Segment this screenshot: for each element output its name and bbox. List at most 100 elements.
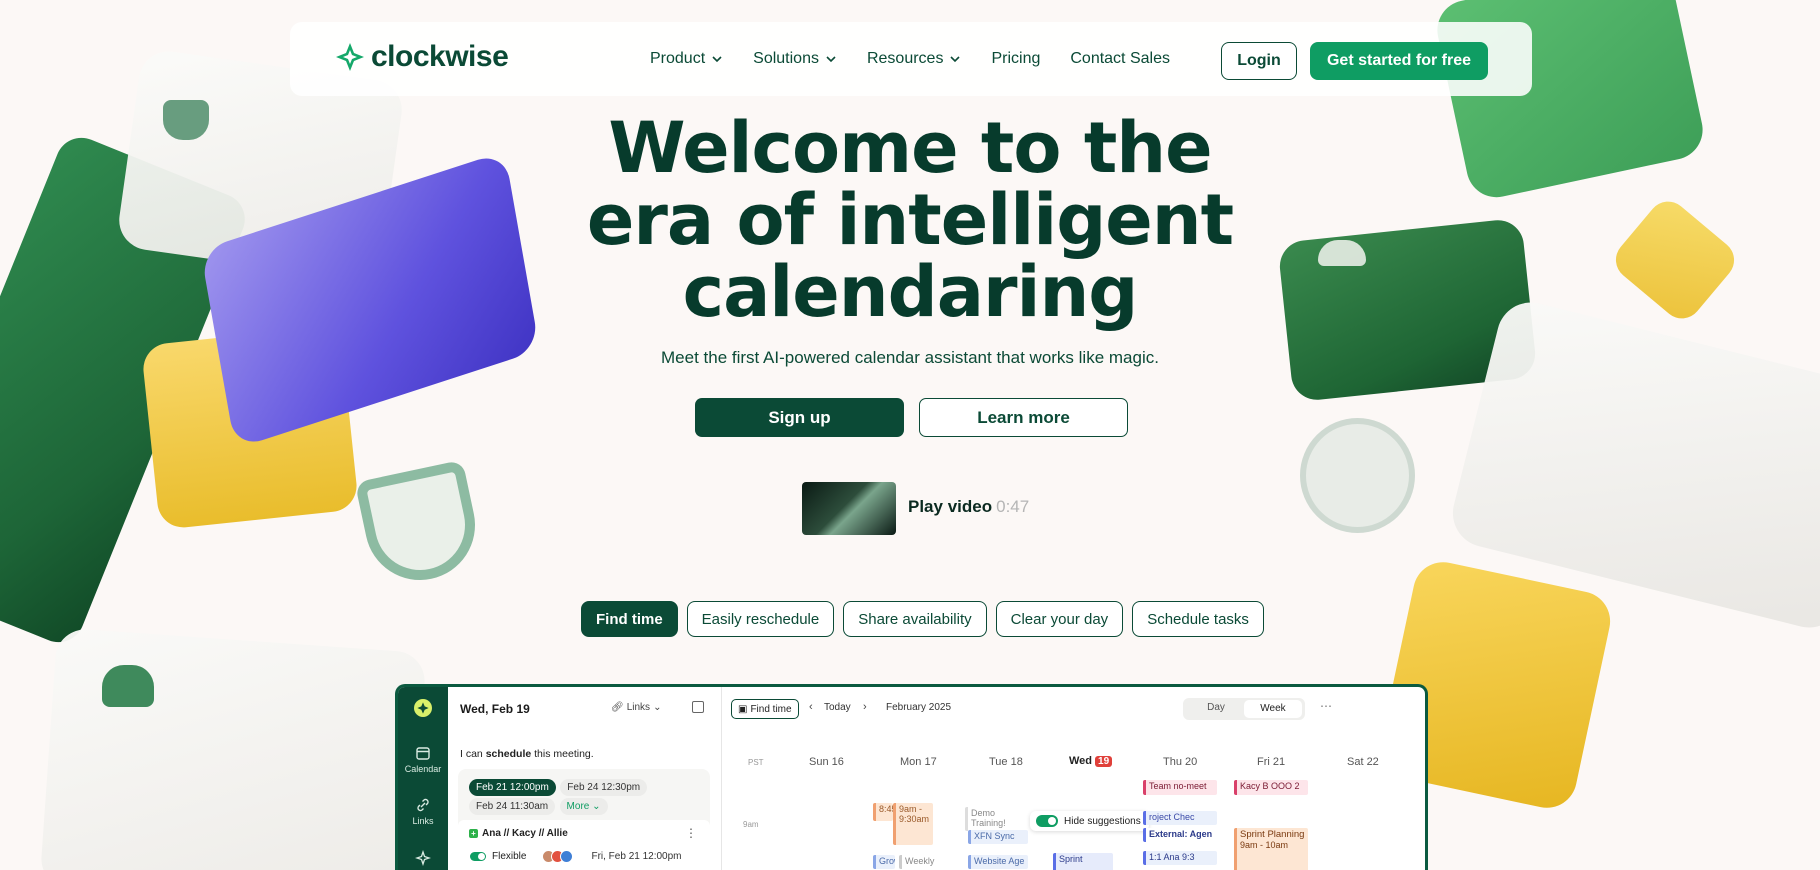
flexible-toggle[interactable]: [470, 852, 486, 861]
nav-item-contact-sales[interactable]: Contact Sales: [1070, 50, 1170, 68]
links-dropdown[interactable]: 🔗︎ Links ⌄: [611, 702, 661, 713]
event-block[interactable]: Demo Training!: [965, 807, 1025, 831]
day-label: Wed: [1069, 755, 1093, 767]
event-block[interactable]: External: Agen: [1143, 828, 1217, 842]
learn-more-button[interactable]: Learn more: [919, 398, 1128, 437]
event-block[interactable]: 1:1 Ana 9:3: [1143, 851, 1217, 865]
decor-shield-icon-small: [163, 100, 209, 140]
event-block[interactable]: XFN Sync: [968, 830, 1028, 844]
hide-suggestions-label: Hide suggestions: [1064, 815, 1141, 827]
nav-menu: Product Solutions Resources Pricing Cont…: [650, 22, 1170, 96]
day-header: Mon 17: [900, 756, 937, 768]
find-time-label: Find time: [750, 703, 792, 715]
today-button[interactable]: Today: [824, 702, 851, 713]
decor-glass-lightbulb-icon: [1300, 418, 1415, 533]
rail-item-links[interactable]: Links: [398, 797, 448, 826]
decor-glass-shield-icon: [354, 459, 486, 591]
play-video-label: Play video: [908, 497, 993, 516]
login-button[interactable]: Login: [1221, 42, 1297, 80]
find-time-button[interactable]: ▣ Find time: [731, 699, 799, 719]
day-header: Sun 16: [809, 756, 844, 768]
decor-white-block-bottom-left: [39, 627, 427, 870]
event-block[interactable]: Sprint: [1053, 853, 1113, 870]
get-started-button[interactable]: Get started for free: [1310, 42, 1488, 80]
chevron-down-icon: [712, 56, 722, 63]
sparkle-icon: [415, 850, 431, 866]
tab-clear-your-day[interactable]: Clear your day: [995, 601, 1124, 637]
event-block[interactable]: Weekly: [899, 855, 935, 869]
more-label: More: [566, 801, 590, 812]
month-label: February 2025: [886, 702, 952, 713]
day-header: Sat 22: [1347, 756, 1379, 768]
day-header: Tue 18: [989, 756, 1023, 768]
today-badge: 19: [1095, 755, 1113, 767]
flexible-label: Flexible: [492, 851, 527, 862]
event-block[interactable]: Grow: [873, 855, 895, 869]
slot-chip[interactable]: Feb 24 12:30pm: [560, 779, 648, 796]
headline-line-3: calendaring: [682, 251, 1139, 333]
rail-item-sparkle[interactable]: [398, 850, 448, 869]
tab-share-availability[interactable]: Share availability: [843, 601, 987, 637]
nav-item-solutions[interactable]: Solutions: [753, 50, 837, 68]
message-prefix: I can: [460, 748, 486, 760]
tab-easily-reschedule[interactable]: Easily reschedule: [686, 601, 835, 637]
meeting-title: Ana // Kacy // Allie: [482, 828, 568, 839]
event-block[interactable]: 9am - 9:30am: [893, 803, 933, 845]
rail-item-label: Calendar: [404, 764, 442, 774]
chevron-down-icon: [950, 56, 961, 63]
sign-up-button[interactable]: Sign up: [695, 398, 904, 437]
feature-tabs: Find time Easily reschedule Share availa…: [581, 601, 1264, 637]
more-slots-button[interactable]: More ⌄: [559, 798, 608, 815]
rail-item-calendar[interactable]: Calendar: [398, 745, 448, 774]
nav-item-label: Resources: [866, 50, 944, 67]
calendar-pane: ▣ Find time ‹ Today › February 2025 Day …: [723, 687, 1423, 870]
nav-item-label: Contact Sales: [1070, 50, 1170, 67]
tab-find-time[interactable]: Find time: [581, 601, 678, 637]
suggestion-card: Feb 21 12:00pm Feb 24 12:30pm Feb 24 11:…: [458, 769, 710, 870]
chevron-left-icon[interactable]: ‹: [809, 701, 813, 713]
event-block[interactable]: Team no-meet: [1143, 780, 1217, 795]
link-icon: [417, 798, 429, 812]
nav-item-product[interactable]: Product: [650, 50, 723, 68]
event-block-sprint-planning[interactable]: Sprint Planning 9am - 10am: [1234, 828, 1308, 870]
chevron-right-icon[interactable]: ›: [863, 701, 867, 713]
sparkle-diamond-icon: [336, 43, 364, 71]
view-switch: Day Week: [1183, 698, 1305, 720]
nav-item-resources[interactable]: Resources: [867, 50, 961, 68]
avatar: [560, 850, 574, 863]
nav-item-label: Solutions: [753, 50, 819, 67]
calendar-icon: ▣: [738, 703, 748, 715]
hour-label: 9am: [743, 820, 759, 829]
slot-chip[interactable]: Feb 24 11:30am: [469, 798, 556, 815]
meeting-card: + Ana // Kacy // Allie ⋮ Flexible Fri, F…: [458, 820, 710, 870]
hide-suggestions-toggle[interactable]: Hide suggestions: [1030, 811, 1149, 831]
play-video-link[interactable]: Play video 0:47: [908, 497, 1029, 517]
event-block[interactable]: Website Age: [968, 855, 1028, 869]
nav-item-label: Pricing: [991, 50, 1041, 67]
toggle-switch[interactable]: [1036, 815, 1058, 827]
rail-item-label: Links: [412, 816, 434, 826]
nav-item-pricing[interactable]: Pricing: [991, 50, 1040, 68]
more-horizontal-icon[interactable]: ⋯: [1320, 699, 1332, 713]
sparkle-diamond-icon: [414, 699, 432, 717]
decor-burger-icon-right: [1318, 240, 1366, 266]
view-day[interactable]: Day: [1191, 702, 1241, 713]
panel-toggle-icon[interactable]: [692, 701, 704, 713]
decor-burger-icon: [102, 665, 154, 707]
links-label: Links: [626, 702, 651, 713]
day-header: Thu 20: [1163, 756, 1198, 768]
view-week[interactable]: Week: [1244, 700, 1302, 718]
chevron-down-icon: ⌄: [653, 702, 662, 713]
event-title: Sprint Planning: [1240, 829, 1305, 840]
event-block[interactable]: 8:45: [873, 803, 893, 821]
tab-schedule-tasks[interactable]: Schedule tasks: [1132, 601, 1264, 637]
top-navigation: clockwise Product Solutions Resources Pr…: [290, 22, 1532, 96]
brand-logo[interactable]: clockwise: [335, 40, 509, 74]
event-block[interactable]: roject Chec: [1143, 811, 1217, 825]
slot-chip-selected[interactable]: Feb 21 12:00pm: [469, 779, 556, 796]
headline-line-2: era of intelligent: [586, 179, 1234, 261]
more-options-icon[interactable]: ⋮: [685, 826, 697, 840]
brand-name: clockwise: [371, 40, 509, 73]
event-block[interactable]: Kacy B OOO 2: [1234, 780, 1308, 795]
video-thumbnail[interactable]: [802, 482, 896, 535]
